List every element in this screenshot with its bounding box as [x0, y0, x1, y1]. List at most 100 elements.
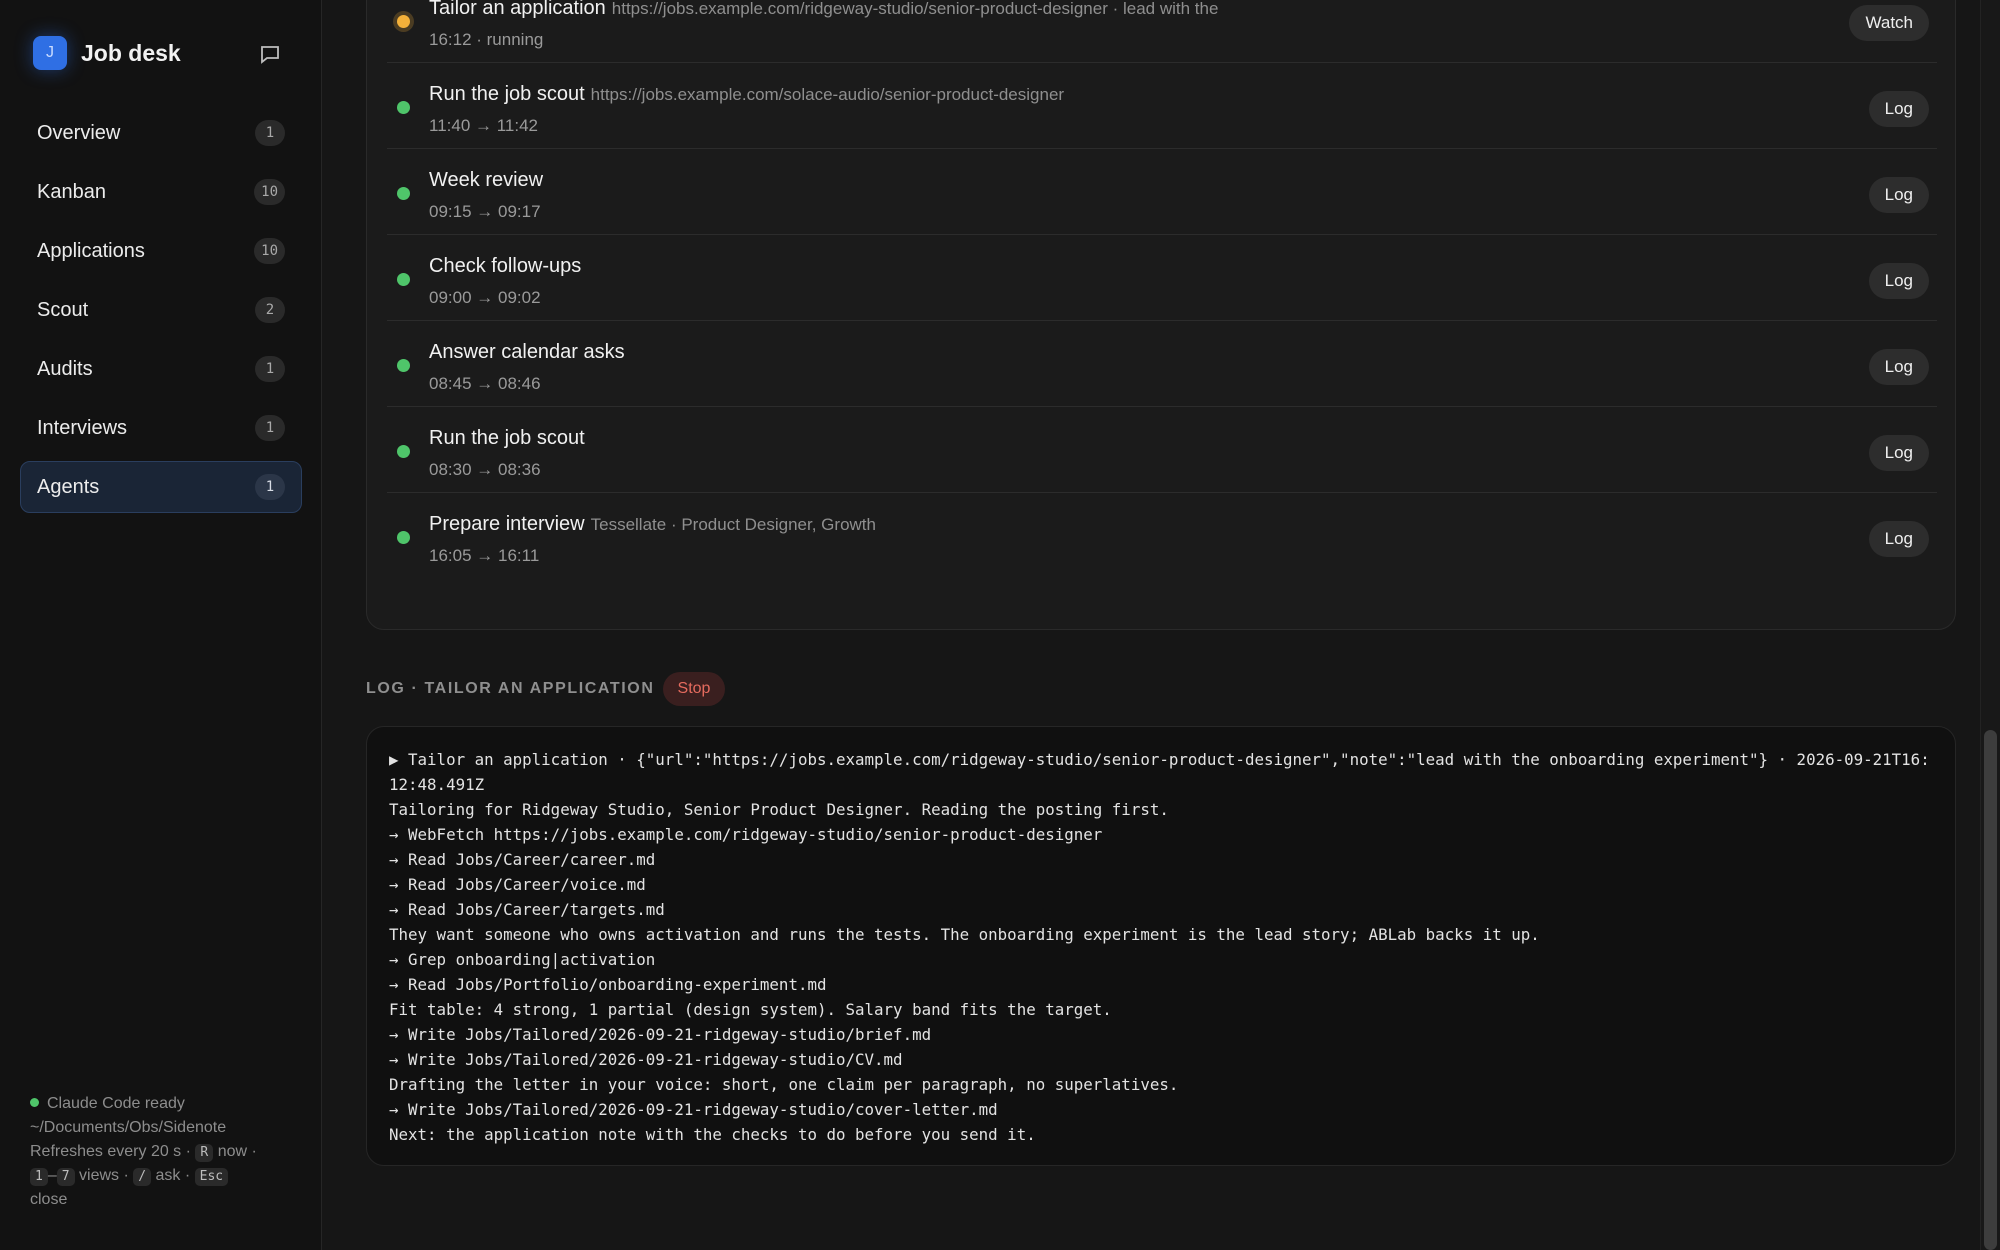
log-line: ▶ Tailor an application · {"url":"https:…	[389, 750, 1930, 794]
sidebar-item-label: Scout	[37, 298, 89, 321]
log-output[interactable]: ▶ Tailor an application · {"url":"https:…	[366, 726, 1956, 1166]
run-title-line: Prepare interview Tessellate · Product De…	[429, 513, 876, 536]
sidebar-item-count: 10	[254, 179, 285, 205]
status-text: Claude Code ready	[47, 1095, 185, 1112]
run-time: 16:05 → 16:11	[429, 546, 540, 565]
app-title: Job desk	[81, 39, 181, 66]
log-line: They want someone who owns activation an…	[389, 925, 1540, 944]
key-slash: /	[133, 1168, 152, 1186]
run-time: 11:40 → 11:42	[429, 116, 539, 135]
sidebar-item-count: 1	[255, 120, 285, 146]
run-time: 09:15 → 09:17	[429, 202, 541, 221]
sidebar-item-kanban[interactable]: Kanban 10	[20, 166, 302, 218]
dash: –	[47, 1167, 57, 1184]
scrollbar-track[interactable]	[1980, 0, 2000, 1250]
brand-logo: J	[33, 36, 67, 70]
chat-icon[interactable]	[258, 42, 282, 66]
sidebar: J Job desk Overview 1 Kanban 10 Applicat…	[0, 0, 322, 1250]
sidebar-item-scout[interactable]: Scout 2	[20, 284, 302, 336]
sidebar-item-interviews[interactable]: Interviews 1	[20, 402, 302, 454]
sidebar-item-label: Agents	[37, 475, 100, 498]
log-line: → Read Jobs/Career/career.md	[389, 850, 656, 869]
sidebar-item-count: 1	[255, 356, 285, 382]
status-dot-done	[397, 101, 410, 114]
log-button[interactable]: Log	[1868, 521, 1929, 557]
log-line: Next: the application note with the chec…	[389, 1125, 1036, 1144]
agent-runs-card: Tailor an application https://jobs.exampl…	[366, 0, 1956, 630]
status-line: Claude Code ready	[30, 1092, 300, 1116]
close-hint: close	[30, 1191, 68, 1208]
log-line: → Read Jobs/Portfolio/onboarding-experim…	[389, 975, 827, 994]
sidebar-item-label: Interviews	[37, 416, 128, 439]
run-row[interactable]: Prepare interview Tessellate · Product De…	[387, 493, 1937, 579]
status-dot-done	[397, 531, 410, 544]
sidebar-item-count: 1	[255, 474, 285, 500]
status-dot-done	[397, 359, 410, 372]
run-title: Tailor an application	[429, 0, 606, 19]
run-title: Run the job scout	[429, 427, 585, 449]
ask-hint: ask ·	[155, 1167, 191, 1184]
status-dot-done	[397, 445, 410, 458]
app-root: J Job desk Overview 1 Kanban 10 Applicat…	[0, 0, 2000, 1250]
sidebar-item-applications[interactable]: Applications 10	[20, 225, 302, 277]
brand: J Job desk	[33, 36, 181, 70]
sidebar-item-overview[interactable]: Overview 1	[20, 107, 302, 159]
run-time: 09:00 → 09:02	[429, 288, 541, 307]
sidebar-item-label: Overview	[37, 121, 121, 144]
log-button[interactable]: Log	[1868, 435, 1929, 471]
sidebar-item-count: 1	[255, 415, 285, 441]
status-dot-running	[397, 15, 410, 28]
run-row[interactable]: Tailor an application https://jobs.exampl…	[387, 0, 1937, 63]
status-dot-done	[397, 187, 410, 200]
log-line: Drafting the letter in your voice: short…	[389, 1075, 1179, 1094]
stop-button[interactable]: Stop	[662, 672, 726, 706]
log-heading: LOG · TAILOR AN APPLICATION	[366, 680, 655, 697]
log-line: → Write Jobs/Tailored/2026-09-21-ridgewa…	[389, 1100, 998, 1119]
log-button[interactable]: Log	[1868, 91, 1929, 127]
key-esc: Esc	[194, 1168, 229, 1186]
run-row[interactable]: Answer calendar asks 08:45 → 08:46 Log	[387, 321, 1937, 407]
status-panel: Claude Code ready ~/Documents/Obs/Sideno…	[30, 1092, 300, 1212]
log-button[interactable]: Log	[1868, 177, 1929, 213]
log-button[interactable]: Log	[1868, 349, 1929, 385]
shortcut-hints: Refreshes every 20 s · R now ·	[30, 1140, 300, 1164]
sidebar-nav: Overview 1 Kanban 10 Applications 10 Sco…	[20, 107, 302, 520]
status-dot	[30, 1098, 39, 1107]
status-dot-done	[397, 273, 410, 286]
key-r: R	[195, 1144, 214, 1162]
run-detail: Tessellate · Product Designer, Growth	[590, 515, 876, 534]
run-title: Answer calendar asks	[429, 341, 625, 363]
run-title-line: Run the job scout https://jobs.example.co…	[429, 83, 1064, 106]
run-row[interactable]: Run the job scout https://jobs.example.co…	[387, 63, 1937, 149]
log-line: → Write Jobs/Tailored/2026-09-21-ridgewa…	[389, 1050, 903, 1069]
refresh-hint: Refreshes every 20 s ·	[30, 1143, 191, 1160]
sidebar-item-label: Audits	[37, 357, 93, 380]
main-content: Tailor an application https://jobs.exampl…	[322, 0, 2000, 1250]
log-line: → Read Jobs/Career/targets.md	[389, 900, 665, 919]
run-title: Run the job scout	[429, 83, 585, 105]
log-button[interactable]: Log	[1868, 263, 1929, 299]
run-detail: https://jobs.example.com/ridgeway-studio…	[611, 0, 1219, 18]
run-row[interactable]: Run the job scout 08:30 → 08:36 Log	[387, 407, 1937, 493]
run-title: Week review	[429, 169, 544, 191]
run-title: Check follow-ups	[429, 255, 582, 277]
scrollbar-thumb[interactable]	[1984, 730, 1997, 1250]
log-line: → WebFetch https://jobs.example.com/ridg…	[389, 825, 1103, 844]
sidebar-item-audits[interactable]: Audits 1	[20, 343, 302, 395]
run-time: 16:12 · running	[429, 30, 544, 49]
log-line: → Read Jobs/Career/voice.md	[389, 875, 646, 894]
vault-path: ~/Documents/Obs/Sidenote	[30, 1119, 227, 1136]
run-title: Prepare interview	[429, 513, 585, 535]
run-row[interactable]: Check follow-ups 09:00 → 09:02 Log	[387, 235, 1937, 321]
now-hint: now ·	[217, 1143, 257, 1160]
log-header: LOG · TAILOR AN APPLICATION Stop	[366, 672, 726, 706]
log-line: Tailoring for Ridgeway Studio, Senior Pr…	[389, 800, 1169, 819]
watch-button[interactable]: Watch	[1849, 5, 1929, 41]
run-title-line: Week review	[429, 169, 543, 192]
run-title-line: Tailor an application https://jobs.exampl…	[429, 0, 1218, 20]
run-row[interactable]: Week review 09:15 → 09:17 Log	[387, 149, 1937, 235]
sidebar-item-agents[interactable]: Agents 1	[20, 461, 302, 513]
key-1: 1	[30, 1168, 48, 1186]
sidebar-item-count: 10	[254, 238, 285, 264]
run-title-line: Check follow-ups	[429, 255, 581, 278]
